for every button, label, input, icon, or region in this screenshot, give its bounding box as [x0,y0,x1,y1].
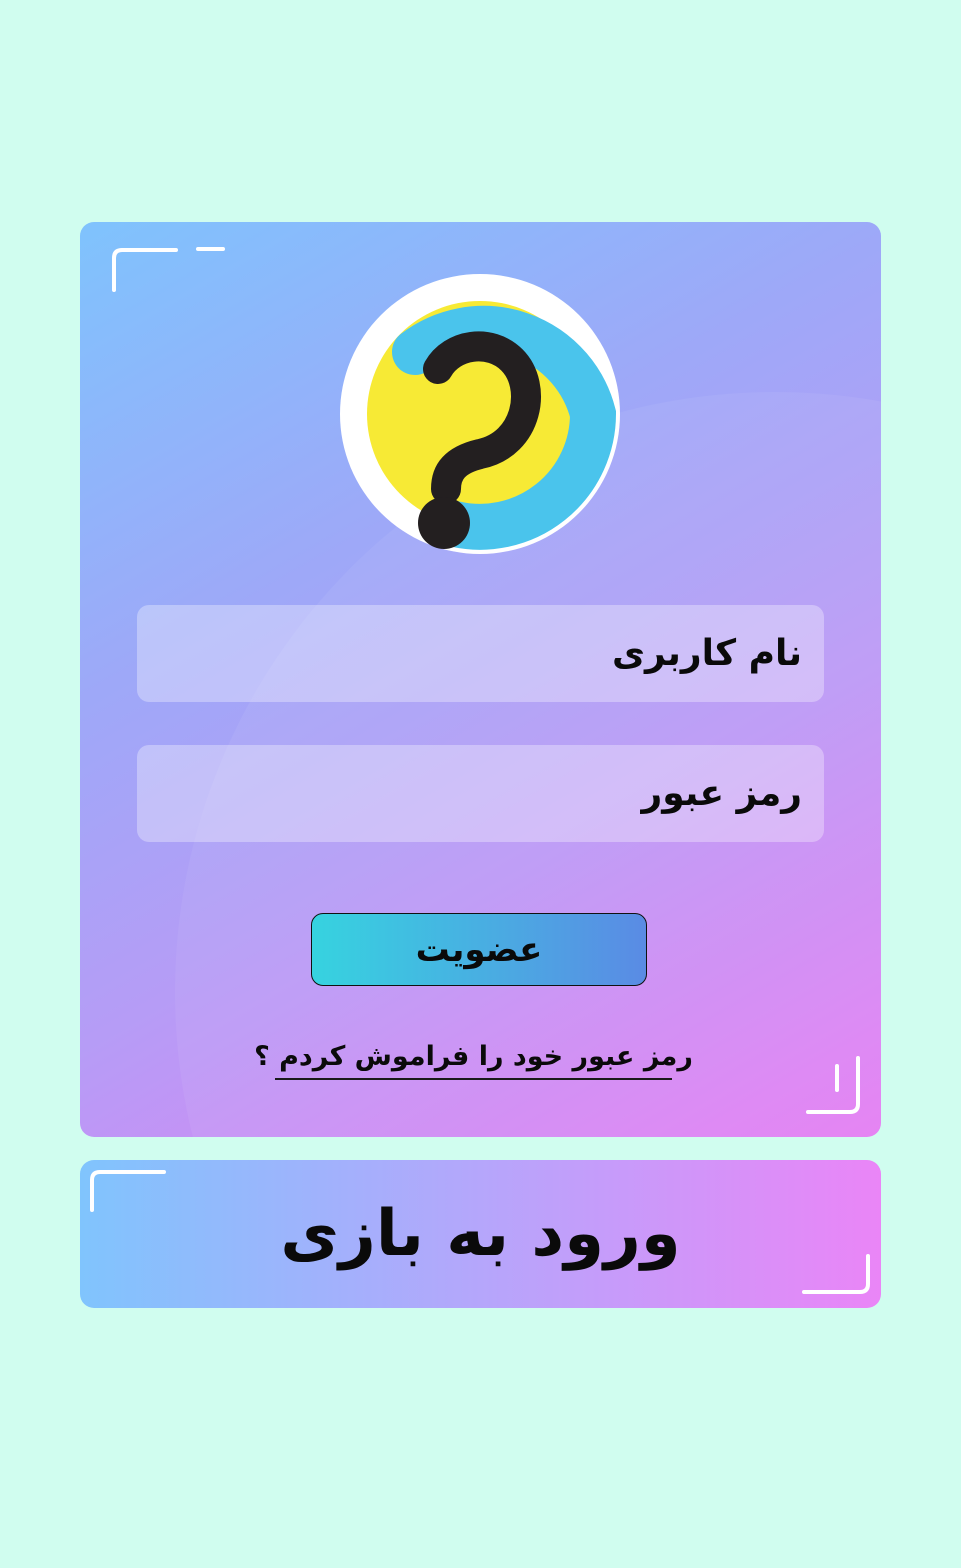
question-mark-logo-icon [340,274,620,554]
enter-game-label: ورود به بازی [280,1197,681,1271]
forgot-password-link[interactable]: رمز عبور خود را فراموش کردم ؟ [254,1034,693,1080]
corner-bracket-top-left-icon [112,247,225,292]
signup-button[interactable]: عضویت [311,913,647,986]
corner-bracket-bottom-right-icon [806,1056,860,1114]
enter-game-button[interactable]: ورود به بازی [80,1160,881,1308]
password-placeholder: رمز عبور [641,773,802,814]
username-field[interactable]: نام کاربری [137,605,824,702]
username-placeholder: نام کاربری [611,633,802,674]
password-field[interactable]: رمز عبور [137,745,824,842]
